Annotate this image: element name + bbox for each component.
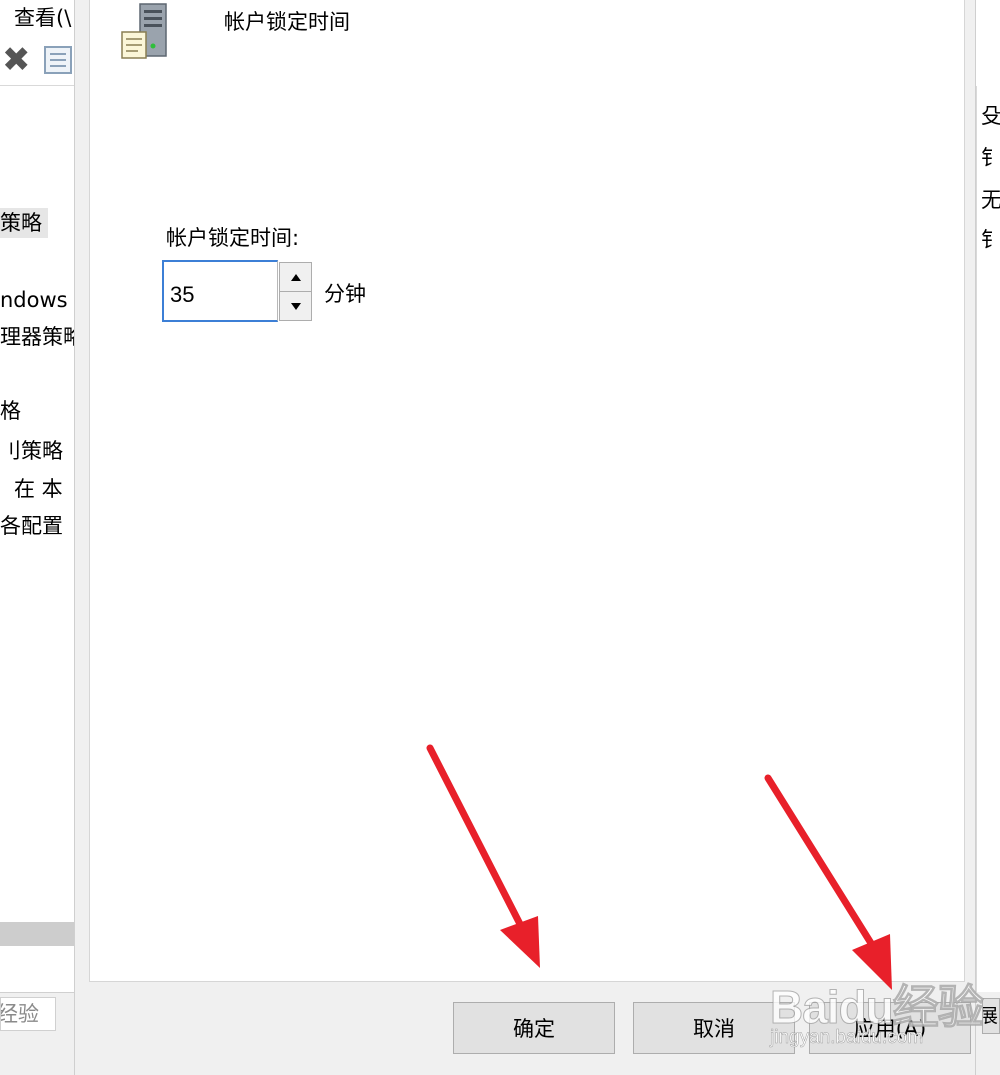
properties-sheet-icon[interactable] bbox=[44, 46, 72, 74]
menu-view[interactable]: 查看(\ bbox=[0, 0, 71, 36]
cancel-button[interactable]: 取消 bbox=[633, 1002, 795, 1054]
details-item[interactable]: 钅 bbox=[981, 224, 1000, 254]
tree-item[interactable]: 理器策略 bbox=[0, 322, 84, 352]
apply-button[interactable]: 应用(A) bbox=[809, 1002, 971, 1054]
details-item[interactable]: 钅 bbox=[981, 142, 1000, 172]
tree-item[interactable]: 格 bbox=[0, 396, 21, 426]
delete-icon[interactable]: ✖ bbox=[2, 42, 36, 78]
tree-item[interactable]: 各配置 bbox=[0, 511, 63, 541]
tree-item[interactable]: 刂策略 bbox=[0, 436, 63, 466]
toolbar: ✖ bbox=[0, 36, 74, 86]
expand-button[interactable]: 展 bbox=[982, 998, 1000, 1034]
tab-page: 帐户锁定时间 帐户锁定时间: 分钟 bbox=[89, 0, 965, 982]
spin-down-button[interactable] bbox=[279, 291, 312, 321]
details-pane: 殳 钅 无 钅 bbox=[976, 86, 1000, 992]
lockout-duration-stepper bbox=[162, 260, 312, 322]
ok-button[interactable]: 确定 bbox=[453, 1002, 615, 1054]
unit-label: 分钟 bbox=[324, 282, 366, 306]
horizontal-scrollbar[interactable] bbox=[0, 922, 74, 946]
details-item[interactable]: 殳 bbox=[981, 100, 1000, 130]
details-item[interactable]: 无 bbox=[981, 184, 1000, 214]
lockout-duration-label: 帐户锁定时间: bbox=[166, 226, 300, 250]
status-field: 经验 bbox=[0, 997, 56, 1031]
policy-title: 帐户锁定时间 bbox=[224, 10, 350, 34]
spin-up-button[interactable] bbox=[279, 262, 312, 292]
lockout-duration-input[interactable] bbox=[162, 260, 278, 322]
tree-item-selected[interactable]: 策略 bbox=[0, 208, 48, 238]
status-bar: 经验 bbox=[0, 992, 74, 1075]
tree-item[interactable]: 在 本 bbox=[14, 474, 63, 504]
server-policy-icon bbox=[121, 3, 167, 59]
arrow-up-icon bbox=[290, 273, 301, 281]
policy-properties-dialog: 帐户锁定时间 帐户锁定时间: 分钟 确定 取消 应用(A) bbox=[74, 0, 976, 1075]
status-bar-right: 展 bbox=[976, 992, 1000, 1075]
tree-item[interactable]: ndows bbox=[0, 285, 68, 315]
arrow-down-icon bbox=[290, 302, 301, 310]
